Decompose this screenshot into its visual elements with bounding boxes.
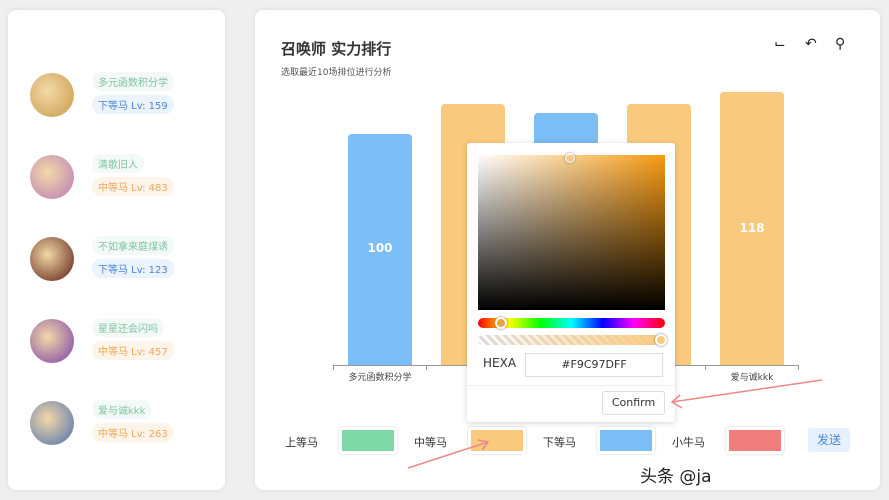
arrow-to-confirm [670,379,823,409]
arrow-to-swatch [407,439,490,469]
annotation-arrows [407,379,823,469]
watermark: 头条 @ja [640,467,712,487]
